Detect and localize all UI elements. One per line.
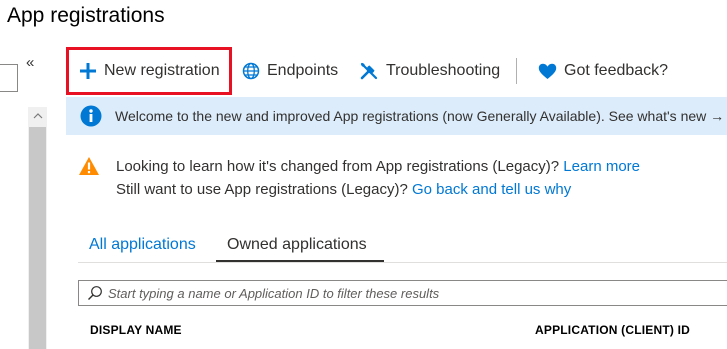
warning-icon <box>79 157 99 175</box>
legacy-goback-line: Still want to use App registrations (Leg… <box>116 181 571 198</box>
troubleshooting-button[interactable]: Troubleshooting <box>359 55 500 87</box>
feedback-label: Got feedback? <box>564 62 669 79</box>
toolbar-divider <box>516 58 517 84</box>
info-banner-arrow-icon[interactable]: → <box>710 108 724 124</box>
endpoints-button[interactable]: Endpoints <box>242 55 338 87</box>
tools-icon <box>360 62 378 80</box>
legacy-goback-text: Still want to use App registrations (Leg… <box>116 181 408 198</box>
info-icon <box>80 105 102 127</box>
info-banner[interactable]: Welcome to the new and improved App regi… <box>66 97 727 135</box>
search-icon <box>88 286 102 300</box>
legacy-learn-line: Looking to learn how it's changed from A… <box>116 158 640 175</box>
go-back-link[interactable]: Go back and tell us why <box>412 181 571 198</box>
collapse-panel-button[interactable]: « <box>26 54 34 71</box>
tab-all-applications[interactable]: All applications <box>89 236 196 254</box>
endpoints-label: Endpoints <box>267 62 339 79</box>
globe-icon <box>242 62 260 80</box>
learn-more-link[interactable]: Learn more <box>563 158 640 175</box>
page-title: App registrations <box>7 4 165 27</box>
info-banner-message: Welcome to the new and improved App regi… <box>115 108 707 124</box>
heart-icon <box>538 63 557 79</box>
tabs-divider <box>78 262 727 263</box>
selected-tab-indicator <box>216 260 384 262</box>
column-header-application-id[interactable]: APPLICATION (CLIENT) ID <box>535 323 690 337</box>
plus-icon <box>80 63 96 79</box>
new-registration-button[interactable]: New registration <box>66 47 232 95</box>
legacy-learn-text: Looking to learn how it's changed from A… <box>116 158 560 175</box>
column-header-display-name[interactable]: DISPLAY NAME <box>90 323 182 337</box>
filter-search-box[interactable] <box>78 280 727 306</box>
tab-owned-applications[interactable]: Owned applications <box>227 236 367 254</box>
info-banner-text: Welcome to the new and improved App regi… <box>115 108 724 124</box>
scrollbar-thumb[interactable] <box>29 127 46 349</box>
troubleshooting-label: Troubleshooting <box>386 62 501 79</box>
left-panel-search-input[interactable] <box>0 64 18 92</box>
filter-search-input[interactable] <box>108 285 708 301</box>
feedback-button[interactable]: Got feedback? <box>538 55 668 87</box>
scroll-up-icon[interactable] <box>28 107 47 125</box>
new-registration-label: New registration <box>104 62 220 79</box>
left-panel-scrollbar[interactable] <box>28 107 47 349</box>
command-bar: New registration Endpoints Troubleshooti… <box>66 45 727 97</box>
